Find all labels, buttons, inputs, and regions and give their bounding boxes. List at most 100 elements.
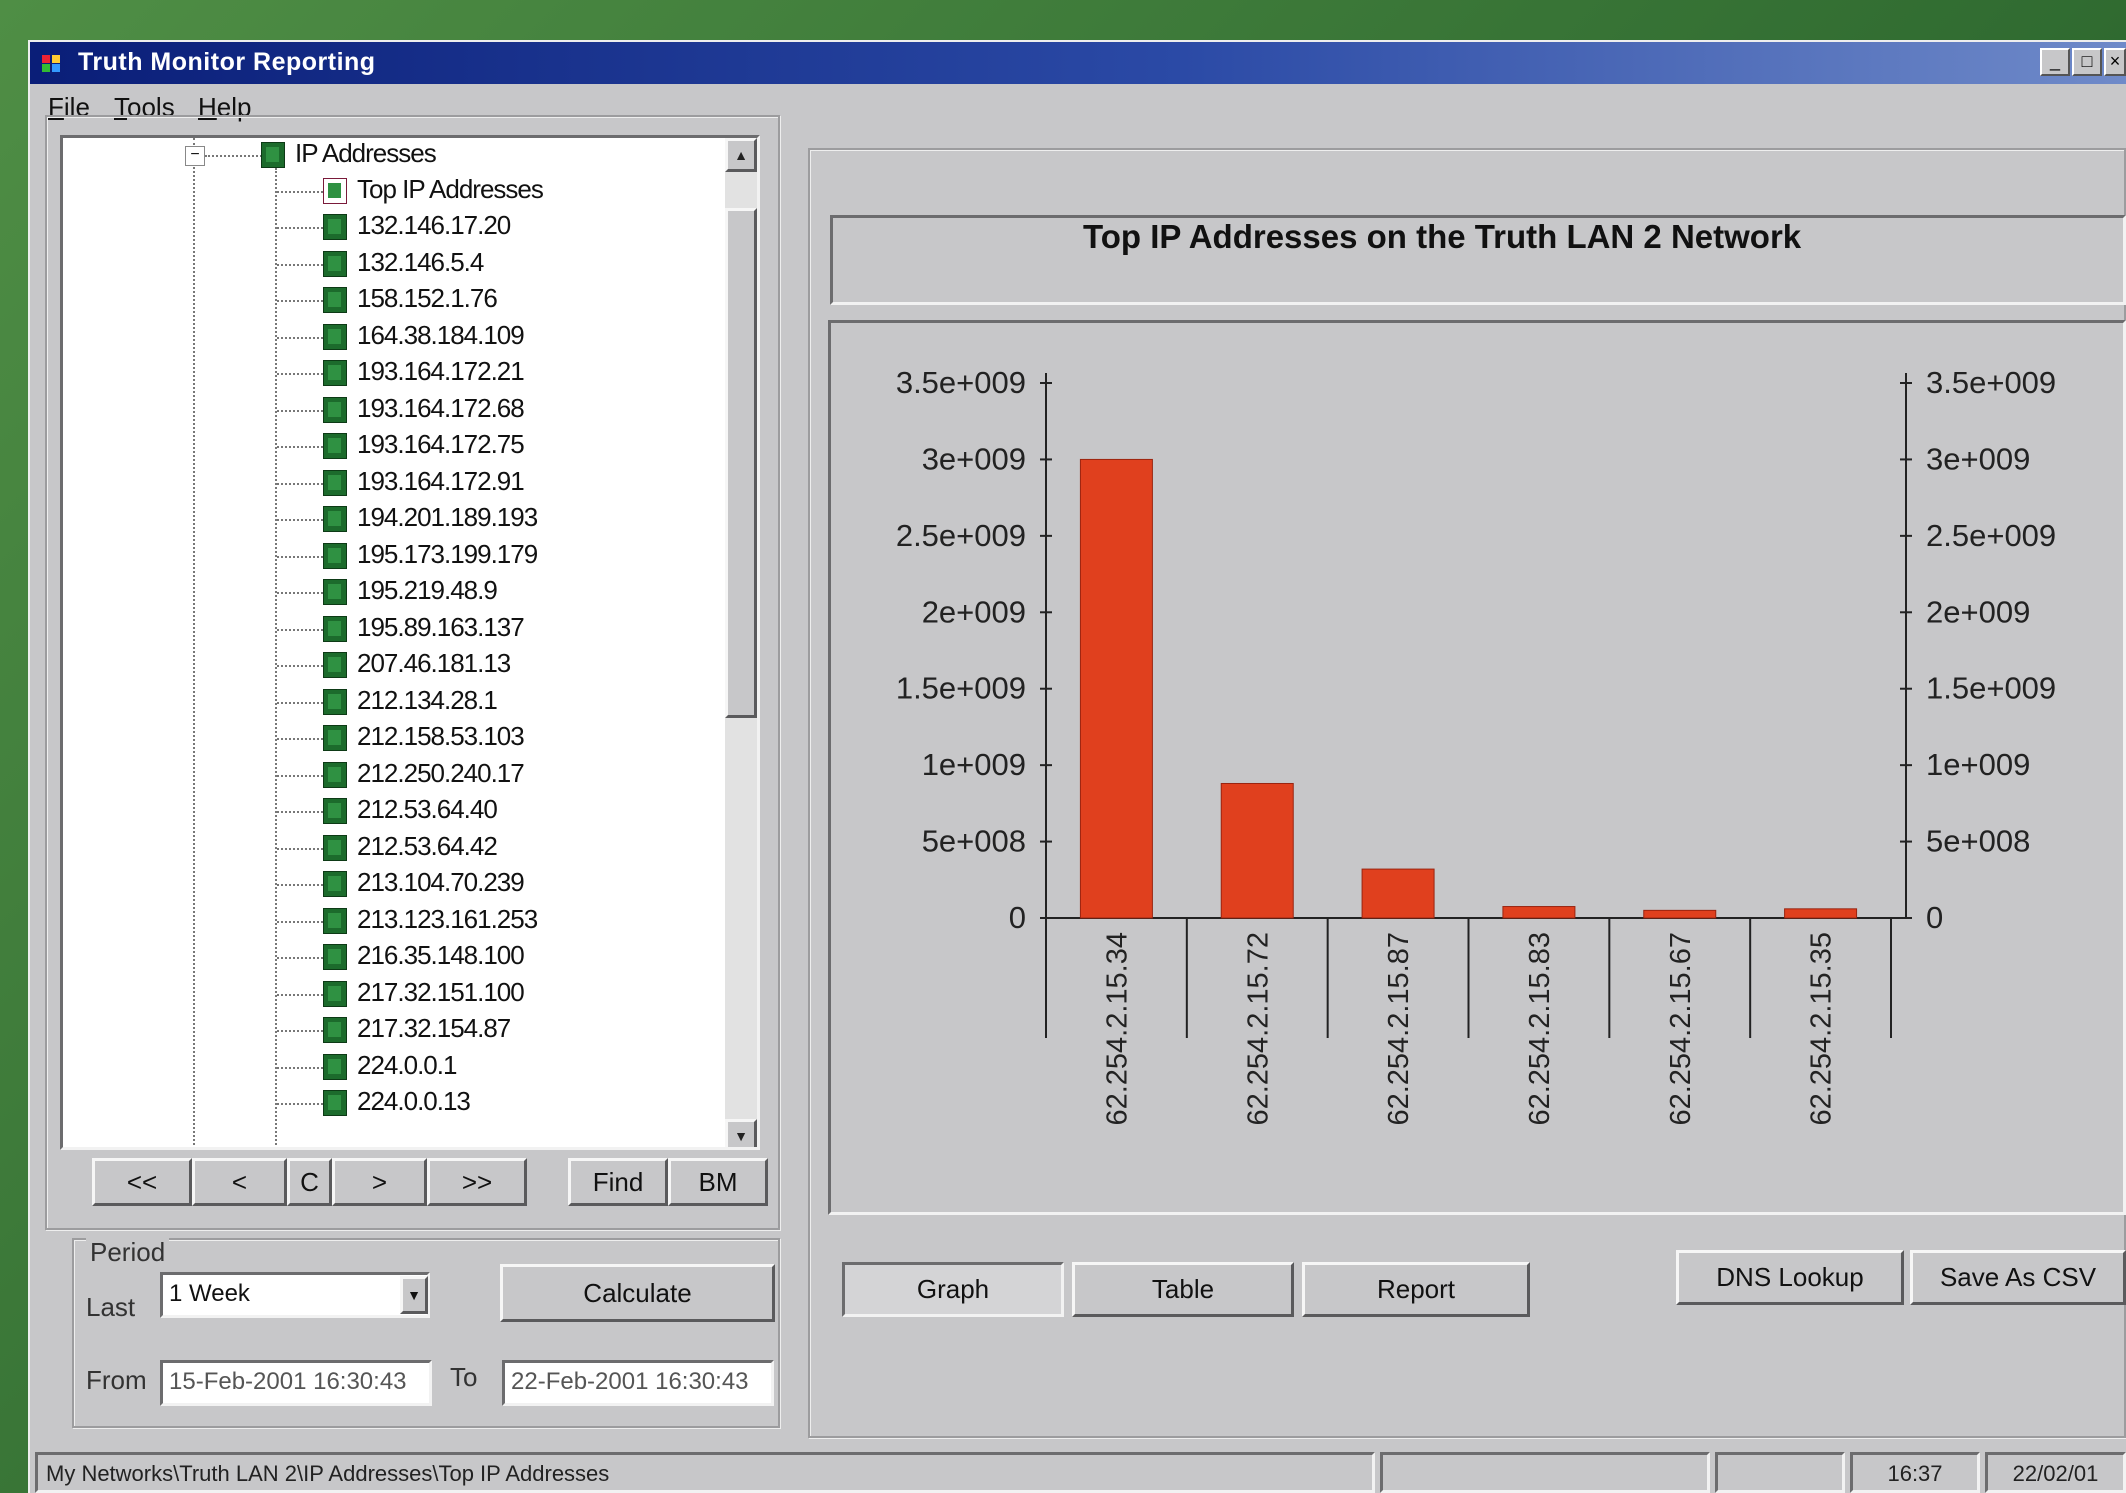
y-tick-label-left: 5e+008: [922, 824, 1026, 859]
dns-lookup-button[interactable]: DNS Lookup: [1676, 1250, 1904, 1305]
ip-node-icon: [323, 250, 347, 277]
ip-node-icon: [323, 907, 347, 934]
to-date-field[interactable]: 22-Feb-2001 16:30:43: [502, 1360, 774, 1406]
tree-item[interactable]: 193.164.172.91: [63, 466, 723, 500]
table-tab[interactable]: Table: [1072, 1262, 1294, 1317]
title-bar[interactable]: Truth Monitor Reporting _ □ ×: [30, 42, 2126, 84]
find-button[interactable]: Find: [568, 1158, 668, 1206]
maximize-button[interactable]: □: [2072, 48, 2102, 76]
from-date-value: 15-Feb-2001 16:30:43: [169, 1368, 407, 1395]
last-button[interactable]: >>: [427, 1158, 527, 1206]
current-button[interactable]: C: [287, 1158, 332, 1206]
tree-item[interactable]: 158.152.1.76: [63, 283, 723, 317]
ip-node-icon: [323, 469, 347, 496]
calculate-button[interactable]: Calculate: [500, 1264, 775, 1322]
tree-item-label: 213.123.161.253: [357, 903, 538, 934]
tree-item[interactable]: 217.32.151.100: [63, 977, 723, 1011]
tree-item[interactable]: 193.164.172.21: [63, 356, 723, 390]
tree-item-label: 207.46.181.13: [357, 648, 511, 678]
close-button[interactable]: ×: [2104, 48, 2126, 76]
bar: [1784, 908, 1858, 919]
tree-item-label: 193.164.172.21: [357, 356, 525, 386]
first-button[interactable]: <<: [92, 1158, 192, 1206]
tree-item[interactable]: 217.32.154.87: [63, 1013, 723, 1047]
tree-item-label: 212.53.64.40: [357, 794, 498, 824]
period-select[interactable]: 1 Week: [160, 1272, 430, 1318]
tree-child-label: Top IP Addresses: [357, 174, 544, 204]
bookmark-button[interactable]: BM: [668, 1158, 768, 1206]
tree-item-label: 212.134.28.1: [357, 684, 498, 715]
tree-item-label: 212.250.240.17: [357, 757, 525, 788]
scroll-down-button[interactable]: ▼: [725, 1119, 757, 1147]
tree-item-label: 224.0.0.13: [357, 1086, 471, 1116]
collapse-icon[interactable]: −: [185, 146, 205, 166]
y-tick-label-right: 3.5e+009: [1926, 365, 2056, 400]
ip-node-icon: [323, 396, 347, 423]
ip-tree-view[interactable]: − IP Addresses Top IP Addresses 132.146.…: [60, 135, 760, 1150]
ip-node-icon: [323, 1053, 347, 1080]
minimize-button[interactable]: _: [2040, 48, 2070, 76]
tree-item[interactable]: 193.164.172.68: [63, 393, 723, 427]
tree-item[interactable]: 224.0.0.1: [63, 1050, 723, 1084]
next-button[interactable]: >: [332, 1158, 427, 1206]
tree-item[interactable]: 212.250.240.17: [63, 758, 723, 792]
tree-child-row[interactable]: Top IP Addresses: [63, 174, 723, 208]
ip-node-icon: [323, 506, 347, 532]
status-cell-empty: [1715, 1452, 1845, 1493]
ip-node-icon: [323, 433, 347, 459]
ip-node-icon: [323, 725, 347, 751]
report-icon: [323, 178, 347, 204]
y-tick-label-right: 2e+009: [1926, 594, 2030, 629]
y-tick-label-left: 0: [1009, 900, 1026, 935]
tree-item[interactable]: 212.53.64.40: [63, 794, 723, 828]
tree-item[interactable]: 132.146.5.4: [63, 247, 723, 281]
y-tick-label-left: 1.5e+009: [896, 671, 1026, 706]
period-select-value: 1 Week: [169, 1280, 250, 1307]
tree-scrollbar[interactable]: ▲ ▼: [725, 138, 757, 1147]
y-tick-label-left: 2e+009: [922, 594, 1026, 629]
tree-item-label: 217.32.154.87: [357, 1013, 511, 1043]
tree-item[interactable]: 207.46.181.13: [63, 648, 723, 682]
bar: [1502, 906, 1576, 919]
tree-item[interactable]: 212.134.28.1: [63, 685, 723, 719]
tree-item[interactable]: 224.0.0.13: [63, 1086, 723, 1120]
chevron-down-icon[interactable]: ▼: [400, 1276, 428, 1314]
tree-root-row[interactable]: − IP Addresses: [63, 138, 723, 172]
tree-item-label: 213.104.70.239: [357, 867, 525, 897]
tree-item[interactable]: 132.146.17.20: [63, 210, 723, 244]
app-icon: [42, 55, 60, 72]
tree-item[interactable]: 212.53.64.42: [63, 831, 723, 865]
tree-item[interactable]: 213.104.70.239: [63, 867, 723, 901]
status-bar: My Networks\Truth LAN 2\IP Addresses\Top…: [35, 1452, 2126, 1493]
tree-item[interactable]: 193.164.172.75: [63, 429, 723, 463]
tree-item[interactable]: 212.158.53.103: [63, 721, 723, 755]
tree-item[interactable]: 216.35.148.100: [63, 940, 723, 974]
tree-item[interactable]: 195.89.163.137: [63, 612, 723, 646]
x-tick-label: 62.254.2.15.34: [1101, 932, 1133, 1126]
y-tick-label-right: 3e+009: [1926, 441, 2030, 476]
status-date: 22/02/01: [1985, 1452, 2126, 1493]
tree-item[interactable]: 195.173.199.179: [63, 539, 723, 573]
from-date-field[interactable]: 15-Feb-2001 16:30:43: [160, 1360, 432, 1406]
tree-item[interactable]: 164.38.184.109: [63, 320, 723, 354]
save-as-csv-button[interactable]: Save As CSV: [1910, 1250, 2126, 1305]
graph-tab[interactable]: Graph: [842, 1262, 1064, 1317]
tree-item-label: 195.173.199.179: [357, 538, 538, 569]
status-time: 16:37: [1850, 1452, 1980, 1493]
tree-item[interactable]: 194.201.189.193: [63, 502, 723, 536]
y-tick-label-right: 2.5e+009: [1926, 518, 2056, 553]
tree-item[interactable]: 213.123.161.253: [63, 904, 723, 938]
report-tab[interactable]: Report: [1302, 1262, 1530, 1317]
ip-node-icon: [323, 944, 347, 970]
scroll-thumb[interactable]: [725, 208, 757, 718]
tree-item[interactable]: 195.219.48.9: [63, 575, 723, 609]
ip-node-icon: [323, 542, 347, 569]
to-label: To: [450, 1362, 478, 1392]
ip-node-icon: [323, 652, 347, 678]
ip-node-icon: [323, 688, 347, 715]
ip-node-icon: [323, 871, 347, 897]
ip-node-icon: [323, 214, 347, 240]
scroll-up-button[interactable]: ▲: [725, 138, 757, 172]
prev-button[interactable]: <: [192, 1158, 287, 1206]
tree-item-label: 217.32.151.100: [357, 976, 525, 1007]
